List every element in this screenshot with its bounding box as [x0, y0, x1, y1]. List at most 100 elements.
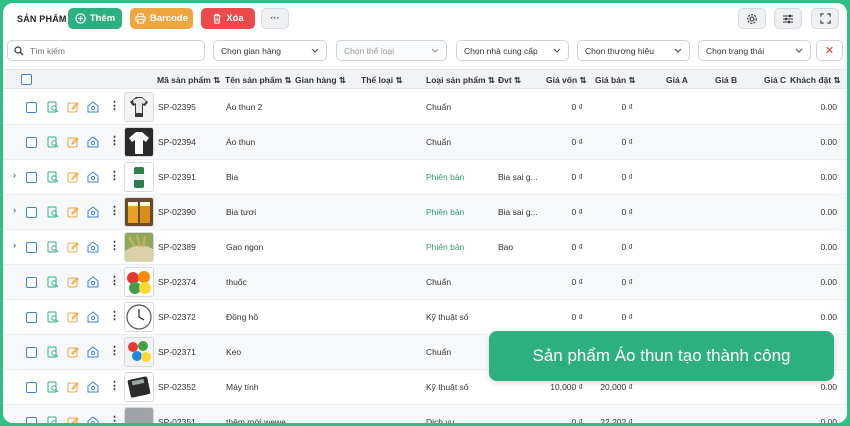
- store-icon[interactable]: [87, 205, 99, 218]
- column-settings-button[interactable]: [774, 8, 802, 29]
- row-checkbox[interactable]: [26, 312, 37, 323]
- search-product-icon[interactable]: [47, 415, 59, 423]
- expand-row-chevron[interactable]: ›: [13, 170, 16, 180]
- edit-icon[interactable]: [67, 380, 79, 393]
- store-icon[interactable]: [87, 345, 99, 358]
- expand-row-chevron[interactable]: ›: [13, 205, 16, 215]
- row-checkbox[interactable]: [26, 382, 37, 393]
- search-product-icon[interactable]: [47, 345, 59, 358]
- row-checkbox[interactable]: [26, 137, 37, 148]
- column-header-customer-order[interactable]: Khách đặt ⇅: [790, 75, 841, 86]
- product-unit: Bia sai g...: [498, 172, 538, 182]
- product-code: SP-02374: [158, 277, 196, 287]
- barcode-button[interactable]: Barcode: [130, 8, 193, 29]
- row-checkbox[interactable]: [26, 242, 37, 253]
- store-icon[interactable]: [87, 135, 99, 148]
- chevron-down-icon: [311, 48, 319, 53]
- add-product-button[interactable]: Thêm: [68, 8, 122, 29]
- search-box[interactable]: [7, 40, 205, 61]
- table-row[interactable]: ⋮ SP-02374 thuốc Chuẩn 0 ₫ 0 ₫ 0.00: [3, 265, 847, 300]
- store-icon[interactable]: [87, 380, 99, 393]
- row-checkbox[interactable]: [26, 207, 37, 218]
- search-product-icon[interactable]: [47, 135, 59, 148]
- store-icon[interactable]: [87, 415, 99, 423]
- row-menu-icon[interactable]: ⋮: [109, 381, 120, 392]
- supplier-select[interactable]: Chọn nhà cung cấp: [456, 40, 569, 61]
- brand-select[interactable]: Chọn thương hiệu: [577, 40, 690, 61]
- product-thumbnail: [124, 407, 154, 423]
- search-product-icon[interactable]: [47, 310, 59, 323]
- search-product-icon[interactable]: [47, 380, 59, 393]
- row-menu-icon[interactable]: ⋮: [109, 276, 120, 287]
- store-icon[interactable]: [87, 100, 99, 113]
- row-menu-icon[interactable]: ⋮: [109, 241, 120, 252]
- chevron-down-icon: [795, 48, 803, 53]
- category-select-value: Chọn thể loại: [344, 45, 395, 56]
- row-menu-icon[interactable]: ⋮: [109, 416, 120, 424]
- fullscreen-button[interactable]: [811, 8, 839, 29]
- column-header-type[interactable]: Loại sản phẩm ⇅: [426, 75, 495, 86]
- column-header-category[interactable]: Thể loại ⇅: [361, 75, 403, 86]
- row-checkbox[interactable]: [26, 102, 37, 113]
- printer-icon: [135, 13, 146, 24]
- table-row[interactable]: › ⋮ SP-02391 Bia Phiên bản Bia sai g... 0 ₫ 0 ₫…: [3, 160, 847, 195]
- table-row[interactable]: › ⋮ SP-02390 Bia tươi Phiên bản Bia sai g... 0…: [3, 195, 847, 230]
- column-header-store[interactable]: Gian hàng ⇅: [295, 75, 346, 86]
- store-icon[interactable]: [87, 170, 99, 183]
- row-checkbox[interactable]: [26, 347, 37, 358]
- column-header-price[interactable]: Giá bán ⇅: [595, 75, 636, 86]
- column-header-unit[interactable]: Đvt ⇅: [498, 75, 521, 86]
- search-product-icon[interactable]: [47, 205, 59, 218]
- settings-button[interactable]: [738, 8, 766, 29]
- search-product-icon[interactable]: [47, 100, 59, 113]
- row-checkbox[interactable]: [26, 172, 37, 183]
- row-menu-icon[interactable]: ⋮: [109, 346, 120, 357]
- row-checkbox[interactable]: [26, 277, 37, 288]
- edit-icon[interactable]: [67, 345, 79, 358]
- status-select[interactable]: Chọn trạng thái: [698, 40, 811, 61]
- product-code: SP-02391: [158, 172, 196, 182]
- expand-row-chevron[interactable]: ›: [13, 240, 16, 250]
- delete-button[interactable]: Xóa: [201, 8, 255, 29]
- edit-icon[interactable]: [67, 170, 79, 183]
- product-name: thêm mới wewe: [226, 417, 286, 425]
- store-icon[interactable]: [87, 275, 99, 288]
- row-checkbox[interactable]: [26, 417, 37, 423]
- status-select-value: Chọn trạng thái: [706, 45, 765, 56]
- edit-icon[interactable]: [67, 135, 79, 148]
- product-price: 20,000 ₫: [600, 382, 633, 392]
- table-row[interactable]: ⋮ SP-02351 thêm mới wewe Dịch vụ 0 ₫ 22,202 ₫…: [3, 405, 847, 425]
- edit-icon[interactable]: [67, 240, 79, 253]
- edit-icon[interactable]: [67, 415, 79, 423]
- table-row[interactable]: ⋮ SP-02372 Đồng hồ Kỹ thuật số 0 ₫ 0 ₫ 0.00: [3, 300, 847, 335]
- column-header-name[interactable]: Tên sản phẩm ⇅: [225, 75, 292, 86]
- edit-icon[interactable]: [67, 275, 79, 288]
- clear-filters-button[interactable]: ✕: [816, 40, 843, 61]
- page-header: SẢN PHẨM Thêm Barcode Xóa ···: [3, 3, 847, 37]
- search-product-icon[interactable]: [47, 275, 59, 288]
- search-product-icon[interactable]: [47, 240, 59, 253]
- category-select[interactable]: Chọn thể loại: [336, 40, 447, 61]
- store-select[interactable]: Chọn gian hàng: [213, 40, 327, 61]
- edit-icon[interactable]: [67, 100, 79, 113]
- product-name: Gạo ngon: [226, 242, 264, 252]
- store-icon[interactable]: [87, 240, 99, 253]
- row-menu-icon[interactable]: ⋮: [109, 101, 120, 112]
- table-row[interactable]: ⋮ SP-02395 Áo thun 2 Chuẩn 0 ₫ 0 ₫ 0.00: [3, 90, 847, 125]
- store-icon[interactable]: [87, 310, 99, 323]
- edit-icon[interactable]: [67, 310, 79, 323]
- select-all-checkbox[interactable]: [21, 74, 32, 85]
- column-header-code[interactable]: Mã sản phẩm ⇅: [157, 75, 220, 86]
- table-row[interactable]: › ⋮ SP-02389 Gạo ngon Phiên bản Bao 0 ₫ 0 ₫ 0.00: [3, 230, 847, 265]
- more-actions-button[interactable]: ···: [261, 8, 289, 29]
- row-menu-icon[interactable]: ⋮: [109, 136, 120, 147]
- edit-icon[interactable]: [67, 205, 79, 218]
- search-input[interactable]: [30, 45, 190, 56]
- customer-ordered: 0.00: [820, 137, 837, 147]
- row-menu-icon[interactable]: ⋮: [109, 206, 120, 217]
- column-header-cost[interactable]: Giá vốn ⇅: [546, 75, 587, 86]
- row-menu-icon[interactable]: ⋮: [109, 311, 120, 322]
- row-menu-icon[interactable]: ⋮: [109, 171, 120, 182]
- table-row[interactable]: ⋮ SP-02394 Áo thun Chuẩn 0 ₫ 0 ₫ 0.00: [3, 125, 847, 160]
- search-product-icon[interactable]: [47, 170, 59, 183]
